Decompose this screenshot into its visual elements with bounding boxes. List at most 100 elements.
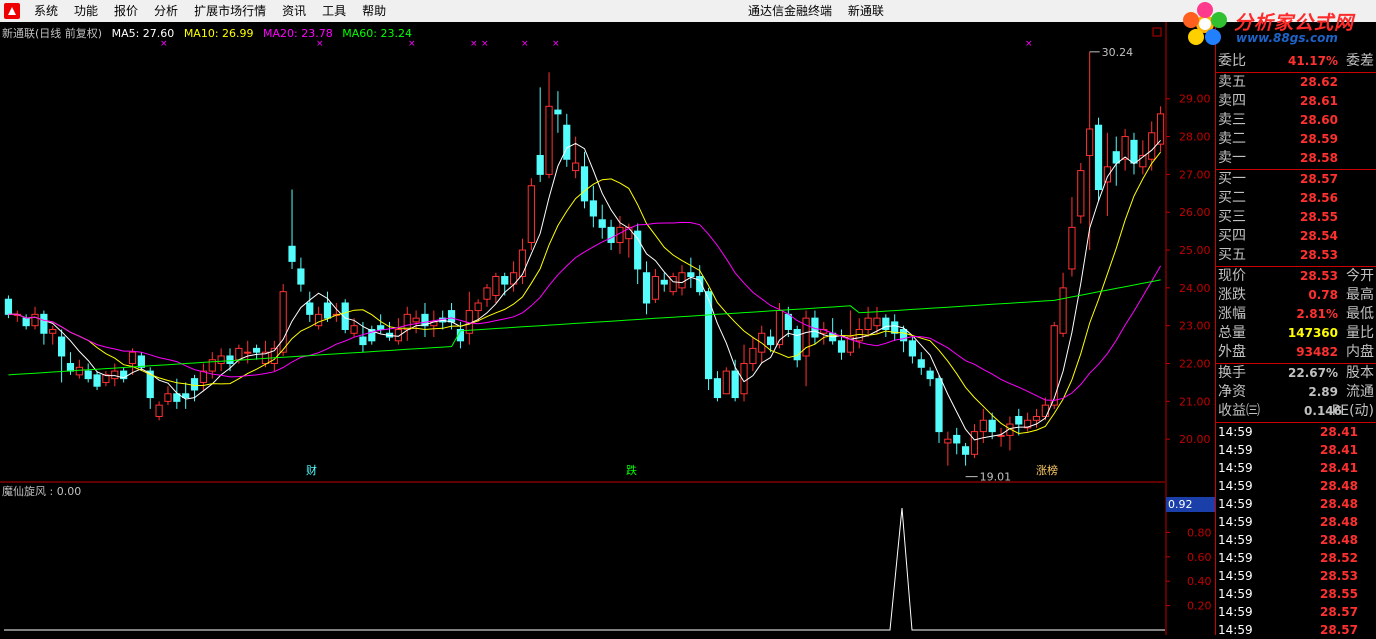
row-sell4[interactable]: 卖四 28.61 [1218, 92, 1376, 111]
candle-body [483, 287, 491, 300]
app-logo-icon[interactable] [4, 3, 20, 19]
candle-body [66, 363, 75, 372]
row-sell3[interactable]: 卖三 28.60 [1218, 111, 1376, 130]
tick-row: 14:59 28.48 [1218, 533, 1358, 547]
row-sell2[interactable]: 卖二 28.59 [1218, 130, 1376, 149]
menu-item-news[interactable]: 资讯 [274, 0, 314, 22]
price-tick-label: 24.00 [1179, 282, 1211, 295]
menu-item-tools[interactable]: 工具 [314, 0, 354, 22]
signal-x-mark: × [160, 39, 168, 49]
candle-body [297, 268, 305, 285]
candle-body [953, 434, 961, 444]
event-marker-3: 涨榜 [1036, 463, 1058, 477]
ind-tick-label: 0.60 [1187, 551, 1212, 564]
tick-row: 14:59 28.53 [1218, 569, 1358, 583]
candle-body [527, 185, 535, 243]
price-tick-label: 21.00 [1179, 395, 1211, 408]
price-tick-label: 23.00 [1179, 320, 1211, 333]
ma20-line [8, 221, 1162, 401]
candle-body [279, 291, 287, 353]
indicator-line [4, 507, 1165, 631]
menu-item-extended-market[interactable]: 扩展市场行情 [186, 0, 274, 22]
price-tick-label: 20.00 [1179, 433, 1211, 446]
tick-row: 14:59 28.41 [1218, 443, 1358, 457]
candle-body [226, 355, 234, 365]
candle-body [1032, 415, 1041, 421]
candle-body [447, 310, 456, 323]
stock-name: 新通联 [847, 4, 884, 18]
signal-x-mark: × [1025, 39, 1033, 49]
candle-body [572, 162, 580, 172]
row-buy2[interactable]: 买二 28.56 [1218, 189, 1376, 208]
price-tick-label: 22.00 [1179, 358, 1211, 371]
tick-row: 14:59 28.41 [1218, 425, 1358, 439]
candle-body [642, 272, 651, 304]
candle-body [580, 166, 589, 202]
menu-item-function[interactable]: 功能 [66, 0, 106, 22]
price-chart[interactable]: 29.00 28.00 27.00 26.00 25.00 24.00 23.00 22.00… [0, 22, 1215, 635]
candle-body [58, 336, 66, 357]
candle-body [988, 419, 996, 433]
candle-body [492, 276, 500, 296]
candle-body [84, 370, 92, 380]
candle-body [1041, 404, 1049, 417]
candle-body [563, 124, 571, 160]
candle-body [31, 313, 39, 327]
signal-x-mark: × [408, 39, 416, 49]
row-price: 现价 28.53 今开 [1218, 268, 1374, 284]
row-sell1[interactable]: 卖一 28.58 [1218, 149, 1376, 168]
row-buy5[interactable]: 买五 28.53 [1218, 246, 1376, 265]
ma60-line [8, 279, 1161, 376]
tick-row: 14:59 28.48 [1218, 515, 1358, 529]
menu-item-help[interactable]: 帮助 [354, 0, 394, 22]
row-buy4[interactable]: 买四 28.54 [1218, 227, 1376, 246]
row-buy3[interactable]: 买三 28.55 [1218, 208, 1376, 227]
candle-body [545, 105, 553, 175]
candle-body [350, 325, 358, 334]
candle-body [935, 378, 943, 433]
menu-item-system[interactable]: 系统 [26, 0, 66, 22]
candle-body [49, 328, 57, 334]
candle-body [1156, 113, 1165, 145]
row-turnover: 换手 22.67% 股本 [1218, 365, 1374, 381]
row-change-pct: 涨幅 2.81% 最低 [1218, 306, 1374, 322]
candle-body [315, 313, 323, 327]
candle-body [589, 200, 597, 217]
candle-body [1086, 128, 1094, 156]
candle-body [217, 355, 225, 365]
row-weibi: 委比 41.17% 委差 [1218, 53, 1374, 69]
candle-body [137, 355, 145, 368]
window-title: 通达信金融终端 新通联 [748, 0, 896, 22]
row-buy1[interactable]: 买一 28.57 [1218, 170, 1376, 189]
candle-body [767, 336, 775, 346]
tick-row: 14:59 28.52 [1218, 551, 1358, 565]
candle-body [252, 347, 261, 353]
candle-body [111, 370, 119, 380]
row-sell5[interactable]: 卖五 28.62 [1218, 73, 1376, 92]
ind-tick-label: 0.20 [1187, 600, 1212, 613]
tick-row: 14:59 28.41 [1218, 461, 1358, 475]
ind-tick-label: 0.80 [1187, 526, 1212, 539]
candle-body [961, 446, 970, 455]
candle-body [412, 317, 420, 323]
terminal-name: 通达信金融终端 [748, 4, 833, 18]
candle-body [1077, 170, 1085, 217]
candle-body [474, 302, 482, 312]
candle-body [235, 347, 243, 361]
menu-item-quote[interactable]: 报价 [106, 0, 146, 22]
menu-item-analysis[interactable]: 分析 [146, 0, 186, 22]
candle-body [722, 370, 730, 395]
candle-body [837, 340, 846, 353]
candle-body [40, 313, 48, 334]
quote-panel: 委比 41.17% 委差 卖五 28.62 卖四 28.61 卖三 28.60 卖二 28.… [1215, 22, 1376, 637]
candle-body [1121, 136, 1129, 160]
candle-body [190, 378, 199, 391]
candle-body [598, 219, 606, 228]
candle-body [678, 272, 686, 289]
row-volume: 总量 147360 量比 [1218, 325, 1374, 341]
candle-body [554, 109, 562, 115]
signal-x-mark: × [481, 39, 489, 49]
candle-body [1015, 415, 1023, 425]
row-change: 涨跌 0.78 最高 [1218, 287, 1374, 303]
row-eps: 收益㈢ 0.146 PE(动) [1218, 403, 1374, 419]
